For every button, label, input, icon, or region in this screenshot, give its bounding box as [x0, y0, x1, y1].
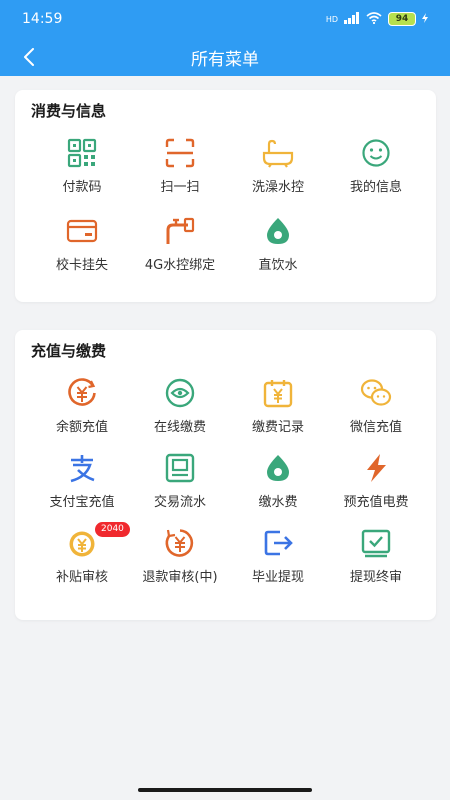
smiley-icon	[357, 136, 395, 170]
logout-icon	[259, 526, 297, 560]
menu-item-4g-water-binding[interactable]: 4G水控绑定	[131, 214, 229, 274]
network-label: HD	[325, 14, 338, 24]
menu-item-refund-review[interactable]: 退款审核(中)	[131, 526, 229, 586]
menu-item-wechat-recharge[interactable]: 微信充值	[327, 376, 425, 436]
menu-item-transactions[interactable]: 交易流水	[131, 451, 229, 511]
section-consumption-info: 消费与信息 付款码 扫一扫 洗澡水控 我的信息 校卡挂失 4G水控绑定 直饮水	[15, 90, 436, 302]
menu-item-label: 余额充值	[55, 420, 108, 435]
status-time: 14:59	[22, 11, 63, 27]
home-indicator[interactable]	[138, 788, 312, 792]
section-recharge-payment: 充值与缴费 余额充值 在线缴费 缴费记录 微信充值 支付宝充值 交易流水 缴水费…	[15, 330, 436, 620]
menu-grid: 付款码 扫一扫 洗澡水控 我的信息 校卡挂失 4G水控绑定 直饮水	[33, 136, 425, 274]
menu-item-report-lost-card[interactable]: 校卡挂失	[33, 214, 131, 274]
alipay-icon	[63, 451, 101, 485]
menu-item-label: 直饮水	[258, 258, 298, 273]
nav-bar: 所有菜单	[0, 38, 450, 76]
menu-item-label: 支付宝充值	[49, 495, 115, 510]
menu-item-payment-code[interactable]: 付款码	[33, 136, 131, 196]
signal-icon	[344, 11, 360, 27]
menu-item-subsidy-review[interactable]: 2040 补贴审核	[33, 522, 131, 586]
calendar-yuan-icon	[259, 376, 297, 410]
card-icon	[63, 214, 101, 248]
receipt-icon	[161, 451, 199, 485]
menu-item-alipay-recharge[interactable]: 支付宝充值	[33, 451, 131, 511]
notification-badge: 2040	[95, 522, 130, 537]
menu-item-drinking-water[interactable]: 直饮水	[229, 214, 327, 274]
menu-grid: 余额充值 在线缴费 缴费记录 微信充值 支付宝充值 交易流水 缴水费 预充值电费…	[33, 376, 425, 586]
battery-indicator: 94	[388, 12, 416, 26]
charging-icon	[422, 12, 428, 26]
menu-item-online-payment[interactable]: 在线缴费	[131, 376, 229, 436]
menu-item-shower-control[interactable]: 洗澡水控	[229, 136, 327, 196]
bathtub-icon	[259, 136, 297, 170]
menu-item-label: 提现终审	[349, 570, 402, 585]
menu-item-scan[interactable]: 扫一扫	[131, 136, 229, 196]
menu-item-label: 毕业提现	[251, 570, 304, 585]
menu-item-payment-records[interactable]: 缴费记录	[229, 376, 327, 436]
menu-item-label: 补贴审核	[55, 570, 108, 585]
menu-item-my-info[interactable]: 我的信息	[327, 136, 425, 196]
menu-item-label: 在线缴费	[153, 420, 206, 435]
menu-item-label: 4G水控绑定	[144, 258, 216, 273]
menu-item-graduation-withdraw[interactable]: 毕业提现	[229, 526, 327, 586]
menu-item-label: 我的信息	[349, 180, 402, 195]
wifi-icon	[366, 11, 382, 27]
yuan-circle-icon	[63, 376, 101, 410]
water-drop-icon	[259, 451, 297, 485]
back-button[interactable]	[16, 44, 42, 70]
menu-item-balance-recharge[interactable]: 余额充值	[33, 376, 131, 436]
menu-item-label: 校卡挂失	[55, 258, 108, 273]
menu-item-label: 洗澡水控	[251, 180, 304, 195]
eye-circle-icon	[161, 376, 199, 410]
menu-item-label: 预充值电费	[343, 495, 409, 510]
water-drop-icon	[259, 214, 297, 248]
section-title: 充值与缴费	[31, 342, 107, 360]
section-title: 消费与信息	[31, 102, 107, 120]
lightning-icon	[357, 451, 395, 485]
page-title: 所有菜单	[191, 49, 259, 70]
status-bar: 14:59 HD 94	[0, 0, 450, 38]
menu-item-label: 缴费记录	[251, 420, 304, 435]
menu-item-label: 缴水费	[258, 495, 298, 510]
check-box-icon	[357, 526, 395, 560]
menu-item-label: 扫一扫	[160, 180, 200, 195]
menu-item-water-fee[interactable]: 缴水费	[229, 451, 327, 511]
water-faucet-icon	[161, 214, 199, 248]
menu-item-label: 交易流水	[153, 495, 206, 510]
back-arrow-icon	[24, 48, 34, 66]
menu-item-prepaid-electricity[interactable]: 预充值电费	[327, 451, 425, 511]
qr-code-icon	[63, 136, 101, 170]
refund-yuan-icon	[161, 526, 199, 560]
status-icons: HD 94	[325, 11, 428, 27]
header-bar: 14:59 HD 94 所有菜单	[0, 0, 450, 76]
menu-item-label: 微信充值	[349, 420, 402, 435]
menu-item-label: 退款审核(中)	[142, 570, 218, 585]
menu-item-label: 付款码	[62, 180, 102, 195]
menu-item-final-withdraw-review[interactable]: 提现终审	[327, 526, 425, 586]
scan-icon	[161, 136, 199, 170]
wechat-icon	[357, 376, 395, 410]
